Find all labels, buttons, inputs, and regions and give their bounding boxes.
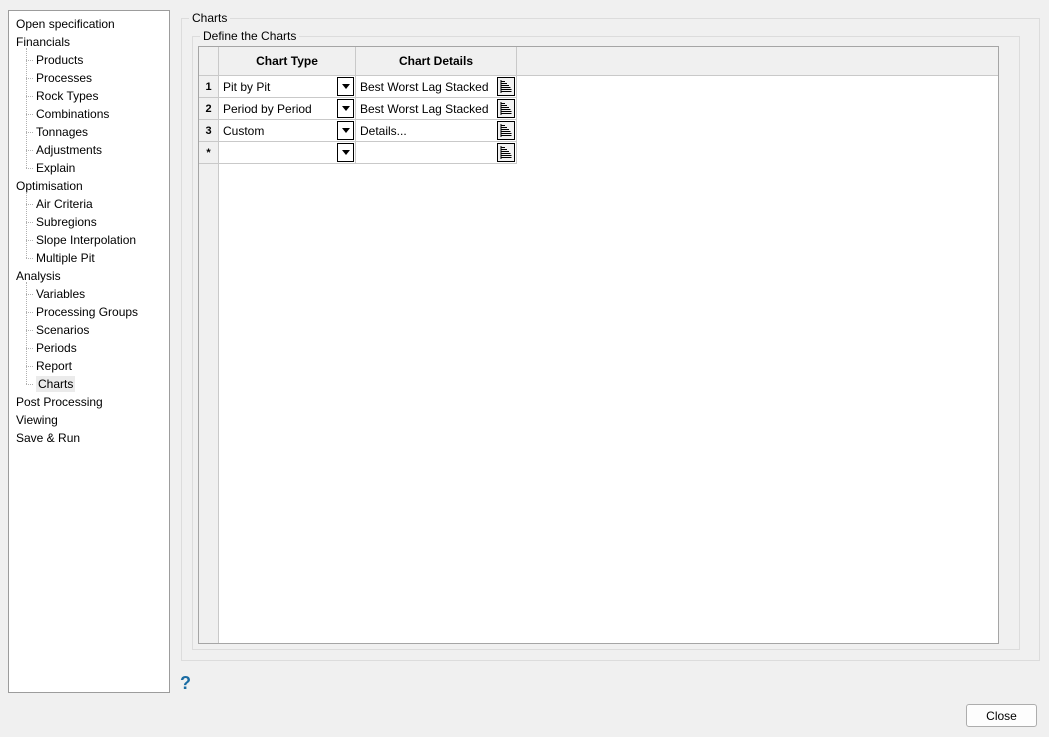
row-filler bbox=[517, 98, 998, 120]
help-icon[interactable]: ? bbox=[180, 673, 191, 694]
chart-details-button[interactable] bbox=[497, 77, 515, 96]
chevron-down-icon bbox=[341, 106, 350, 111]
define-charts-groupbox: Define the Charts Chart Type Chart Detai… bbox=[192, 29, 1020, 650]
optimisation-children: Air Criteria Subregions Slope Interpolat… bbox=[26, 192, 169, 267]
table-corner-cell bbox=[199, 47, 219, 75]
chart-type-dropdown-button[interactable] bbox=[337, 77, 354, 96]
column-header-chart-type: Chart Type bbox=[219, 47, 356, 75]
table-header-filler bbox=[517, 47, 998, 75]
chart-type-value: Period by Period bbox=[223, 101, 312, 116]
chart-details-icon bbox=[500, 124, 512, 137]
chart-type-dropdown-button[interactable] bbox=[337, 121, 354, 140]
row-header-column-filler bbox=[199, 164, 219, 643]
charts-groupbox: Charts Define the Charts Chart Type Char… bbox=[181, 11, 1040, 661]
navigation-panel: Open specification Financials Products P… bbox=[8, 10, 170, 693]
chart-type-dropdown-button[interactable] bbox=[337, 143, 354, 162]
table-header-row: Chart Type Chart Details bbox=[199, 47, 998, 76]
chart-type-cell[interactable]: Custom bbox=[219, 120, 356, 142]
sidebar-item-subregions[interactable]: Subregions bbox=[26, 213, 169, 231]
chart-details-icon bbox=[500, 102, 512, 115]
table-empty-area bbox=[199, 164, 998, 643]
charts-groupbox-title: Charts bbox=[189, 11, 231, 25]
sidebar-item-open-specification[interactable]: Open specification bbox=[9, 15, 169, 33]
sidebar-item-charts[interactable]: Charts bbox=[26, 375, 169, 393]
sidebar-item-financials[interactable]: Financials bbox=[9, 33, 169, 51]
chart-details-cell[interactable]: Best Worst Lag Stacked bbox=[356, 98, 517, 120]
close-button[interactable]: Close bbox=[966, 704, 1037, 727]
chart-type-value: Pit by Pit bbox=[223, 79, 271, 94]
analysis-children: Variables Processing Groups Scenarios Pe… bbox=[26, 282, 169, 393]
chevron-down-icon bbox=[341, 150, 350, 155]
sidebar-item-tonnages[interactable]: Tonnages bbox=[26, 123, 169, 141]
chart-type-dropdown-button[interactable] bbox=[337, 99, 354, 118]
table-row: 3 Custom Details... bbox=[199, 120, 998, 142]
chart-details-value: Best Worst Lag Stacked bbox=[360, 79, 489, 94]
sidebar-item-slope-interpolation[interactable]: Slope Interpolation bbox=[26, 231, 169, 249]
chevron-down-icon bbox=[341, 84, 350, 89]
chart-details-button[interactable] bbox=[497, 121, 515, 140]
sidebar-item-multiple-pit[interactable]: Multiple Pit bbox=[26, 249, 169, 267]
sidebar-item-post-processing[interactable]: Post Processing bbox=[9, 393, 169, 411]
sidebar-item-save-and-run[interactable]: Save & Run bbox=[9, 429, 169, 447]
sidebar-item-processes[interactable]: Processes bbox=[26, 69, 169, 87]
charts-table: Chart Type Chart Details 1 Pit by Pit Be… bbox=[198, 46, 999, 644]
row-filler bbox=[517, 142, 998, 164]
sidebar-item-optimisation[interactable]: Optimisation bbox=[9, 177, 169, 195]
chart-details-cell[interactable]: Details... bbox=[356, 120, 517, 142]
table-new-row: * bbox=[199, 142, 998, 164]
financials-children: Products Processes Rock Types Combinatio… bbox=[26, 48, 169, 177]
row-filler bbox=[517, 120, 998, 142]
row-header: 2 bbox=[199, 98, 219, 120]
row-filler bbox=[517, 76, 998, 98]
chart-type-cell[interactable]: Period by Period bbox=[219, 98, 356, 120]
sidebar-item-viewing[interactable]: Viewing bbox=[9, 411, 169, 429]
column-header-chart-details: Chart Details bbox=[356, 47, 517, 75]
chart-type-cell[interactable]: Pit by Pit bbox=[219, 76, 356, 98]
chart-details-cell[interactable]: Best Worst Lag Stacked bbox=[356, 76, 517, 98]
chevron-down-icon bbox=[341, 128, 350, 133]
chart-details-value: Best Worst Lag Stacked bbox=[360, 101, 489, 116]
sidebar-item-products[interactable]: Products bbox=[26, 51, 169, 69]
sidebar-item-combinations[interactable]: Combinations bbox=[26, 105, 169, 123]
sidebar-item-rock-types[interactable]: Rock Types bbox=[26, 87, 169, 105]
row-header: 3 bbox=[199, 120, 219, 142]
define-charts-groupbox-title: Define the Charts bbox=[200, 29, 300, 43]
sidebar-item-report[interactable]: Report bbox=[26, 357, 169, 375]
sidebar-item-scenarios[interactable]: Scenarios bbox=[26, 321, 169, 339]
sidebar-item-periods[interactable]: Periods bbox=[26, 339, 169, 357]
row-header: 1 bbox=[199, 76, 219, 98]
chart-type-cell[interactable] bbox=[219, 142, 356, 164]
sidebar-item-air-criteria[interactable]: Air Criteria bbox=[26, 195, 169, 213]
row-header: * bbox=[199, 142, 219, 164]
chart-details-icon bbox=[500, 146, 512, 159]
table-background bbox=[219, 164, 998, 643]
chart-details-button[interactable] bbox=[497, 143, 515, 162]
sidebar-item-analysis[interactable]: Analysis bbox=[9, 267, 169, 285]
chart-details-button[interactable] bbox=[497, 99, 515, 118]
chart-details-icon bbox=[500, 80, 512, 93]
table-row: 2 Period by Period Best Worst Lag Stacke… bbox=[199, 98, 998, 120]
chart-type-value: Custom bbox=[223, 123, 265, 138]
sidebar-item-variables[interactable]: Variables bbox=[26, 285, 169, 303]
chart-details-value: Details... bbox=[360, 123, 407, 138]
sidebar-item-processing-groups[interactable]: Processing Groups bbox=[26, 303, 169, 321]
sidebar-item-explain[interactable]: Explain bbox=[26, 159, 169, 177]
table-row: 1 Pit by Pit Best Worst Lag Stacked bbox=[199, 76, 998, 98]
chart-details-cell[interactable] bbox=[356, 142, 517, 164]
sidebar-item-adjustments[interactable]: Adjustments bbox=[26, 141, 169, 159]
selected-item-label: Charts bbox=[36, 376, 76, 392]
